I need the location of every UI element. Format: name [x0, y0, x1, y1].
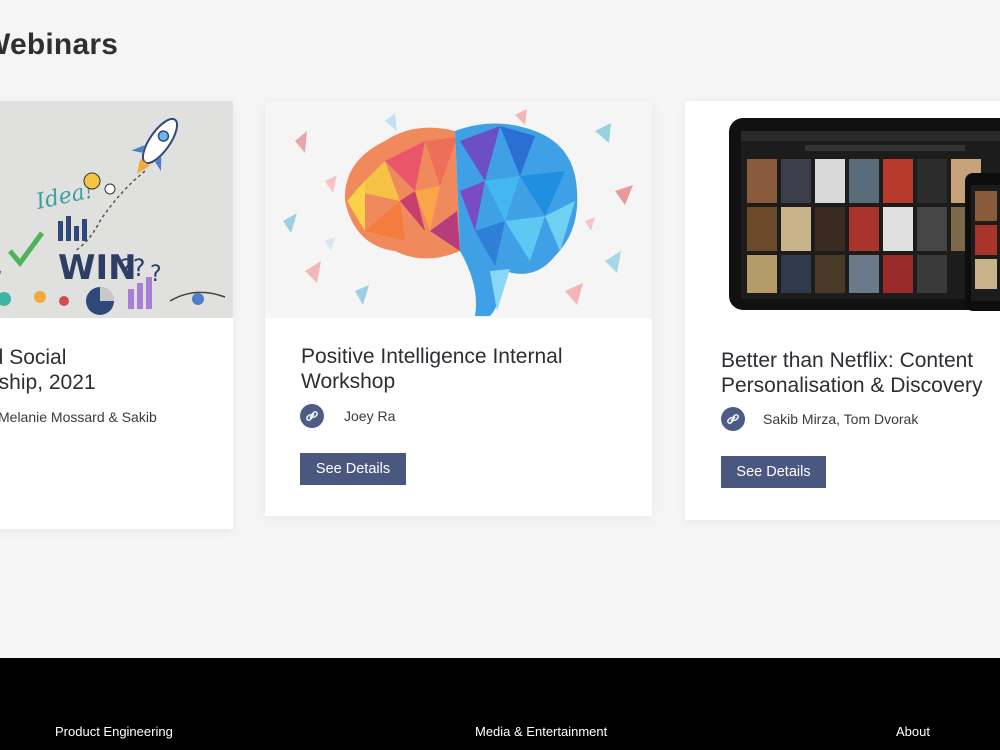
webinar-card[interactable]: Better than Netflix: Content Personalisa… [685, 101, 1000, 520]
card-image-brain [265, 101, 652, 318]
card-title: nd Social urship, 2021 [0, 346, 96, 394]
card-authors: Joey Ra [300, 404, 395, 428]
see-details-button[interactable]: See Details [300, 453, 406, 485]
card-authors: Melanie Mossard & Sakib [0, 409, 157, 425]
author-names: Joey Ra [344, 408, 396, 424]
webinar-card[interactable]: Idea! WIN ?? ? Social ship, 2021 Melanie… [0, 101, 233, 529]
webinar-card[interactable]: Positive Intelligence Internal Workshop … [265, 101, 652, 516]
author-link-icon [300, 404, 324, 428]
card-image-idea-win: Idea! WIN ?? ? [0, 101, 233, 318]
card-title: Positive Intelligence Internal Workshop [301, 345, 563, 393]
see-details-button[interactable]: See Details [721, 456, 826, 488]
author-link-icon [721, 407, 745, 431]
author-names: Sakib Mirza, Tom Dvorak [763, 411, 919, 427]
footer-link-about[interactable]: About [896, 724, 930, 739]
card-authors: Sakib Mirza, Tom Dvorak [721, 407, 918, 431]
card-image-tablet [685, 101, 1000, 323]
section-title: Webinars [0, 28, 119, 61]
author-names: Melanie Mossard & Sakib [0, 409, 157, 425]
footer: Product Engineering Media & Entertainmen… [0, 658, 1000, 750]
svg-text:??: ?? [120, 254, 145, 282]
card-title: Better than Netflix: Content Personalisa… [721, 349, 983, 397]
footer-link-media-entertainment[interactable]: Media & Entertainment [475, 724, 607, 739]
footer-link-product-engineering[interactable]: Product Engineering [55, 724, 173, 739]
